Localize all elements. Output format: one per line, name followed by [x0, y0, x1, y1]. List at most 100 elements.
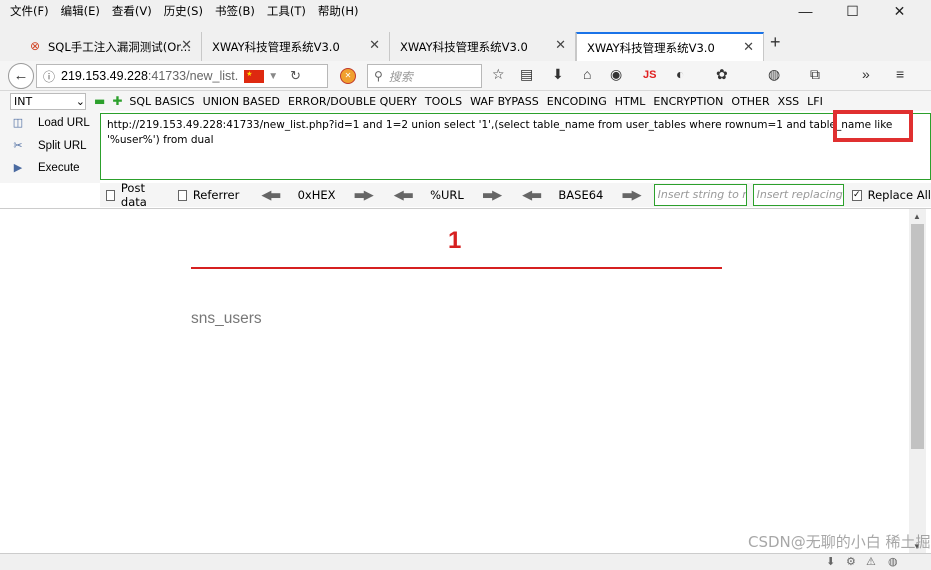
- hackbar-menu-encryption[interactable]: ENCRYPTION: [653, 95, 723, 108]
- tab-sql-test[interactable]: ⊗ SQL手工注入漏洞测试(Or... ✕: [20, 32, 202, 61]
- info-icon[interactable]: ⓘ: [43, 68, 55, 85]
- post-data-label: Post data: [120, 181, 147, 209]
- maximize-button[interactable]: ☐: [829, 3, 876, 20]
- address-bar[interactable]: ⓘ 219.153.49.228:41733/new_list. ▼ ↻: [36, 64, 328, 88]
- hackbar-menu-xss[interactable]: XSS: [778, 95, 800, 108]
- encode-left-arrow-icon[interactable]: ◀▬: [394, 188, 414, 203]
- close-icon[interactable]: ✕: [743, 40, 754, 55]
- minimize-button[interactable]: —: [782, 3, 829, 20]
- tab-title: XWAY科技管理系统V3.0: [587, 40, 715, 55]
- dropdown-arrow-icon[interactable]: ▼: [268, 71, 278, 82]
- search-icon: ⚲: [374, 69, 383, 83]
- hackbar-menu-union-based[interactable]: UNION BASED: [203, 95, 280, 108]
- status-extension-icon[interactable]: ⚙: [846, 555, 856, 568]
- type-select-value: INT: [14, 94, 33, 108]
- bookmark-star-icon[interactable]: ☆: [492, 66, 505, 83]
- load-url-label: Load URL: [38, 117, 90, 129]
- status-download-icon[interactable]: ⬇: [826, 555, 835, 568]
- plus-icon[interactable]: ✚: [112, 94, 122, 108]
- close-icon[interactable]: ✕: [181, 38, 192, 53]
- back-button[interactable]: ←: [8, 63, 34, 89]
- tab-xway-active[interactable]: XWAY科技管理系统V3.0 ✕: [576, 32, 764, 61]
- post-data-checkbox[interactable]: [106, 189, 115, 201]
- menu-bookmarks[interactable]: 书签(B): [215, 3, 255, 19]
- menu-file[interactable]: 文件(F): [10, 3, 49, 19]
- hackbar-menu-sql-basics[interactable]: SQL BASICS: [129, 95, 194, 108]
- menu-view[interactable]: 查看(V): [112, 3, 152, 19]
- referrer-checkbox[interactable]: [177, 189, 187, 201]
- menu-edit[interactable]: 编辑(E): [61, 3, 100, 19]
- decode-right-arrow-icon[interactable]: ▬▶: [354, 188, 374, 203]
- url-encode-label: %URL: [430, 188, 464, 202]
- base64-encoder: ◀▬ BASE64 ▬▶: [522, 188, 642, 203]
- block-icon[interactable]: ✕: [340, 68, 356, 84]
- tab-title: XWAY科技管理系统V3.0: [400, 39, 528, 54]
- load-url-button[interactable]: ◫ Load URL: [10, 116, 90, 130]
- window-icon[interactable]: ⧉: [810, 66, 820, 83]
- js-toggle[interactable]: JS: [643, 69, 656, 81]
- close-icon[interactable]: ✕: [369, 38, 380, 53]
- hackbar-menu-lfi[interactable]: LFI: [807, 95, 823, 108]
- new-tab-button[interactable]: +: [770, 32, 781, 53]
- page-viewport: 1 sns_users ▲ ▼: [0, 208, 931, 570]
- decode-right-arrow-icon[interactable]: ▬▶: [482, 188, 502, 203]
- menu-help[interactable]: 帮助(H): [318, 3, 359, 19]
- replacing-string-input[interactable]: Insert replacing string: [752, 184, 845, 206]
- hackbar-menu-tools[interactable]: TOOLS: [425, 95, 462, 108]
- encode-left-arrow-icon[interactable]: ◀▬: [522, 188, 542, 203]
- overflow-icon[interactable]: »: [862, 66, 870, 82]
- replace-string-input[interactable]: Insert string to replace: [653, 184, 747, 206]
- execute-icon: ▶: [13, 162, 23, 174]
- vertical-scrollbar[interactable]: ▲ ▼: [909, 209, 926, 554]
- tab-title: XWAY科技管理系统V3.0: [212, 39, 340, 54]
- split-url-label: Split URL: [38, 140, 87, 152]
- extension-icon[interactable]: ◉: [610, 66, 622, 83]
- divider: [191, 267, 722, 269]
- load-icon: ◫: [12, 117, 24, 129]
- color-picker-icon[interactable]: ◐: [676, 66, 684, 82]
- minus-icon[interactable]: ▬: [94, 94, 105, 108]
- tab-xway-1[interactable]: XWAY科技管理系统V3.0 ✕: [202, 32, 390, 61]
- back-arrow-icon: ←: [13, 67, 29, 84]
- hackbar-menu-error-double-query[interactable]: ERROR/DOUBLE QUERY: [288, 95, 417, 108]
- hackbar-menu-html[interactable]: HTML: [615, 95, 646, 108]
- close-icon[interactable]: ✕: [555, 38, 566, 53]
- addon-icon[interactable]: ◍: [768, 66, 780, 83]
- tab-strip: ⊗ SQL手工注入漏洞测试(Or... ✕ XWAY科技管理系统V3.0 ✕ X…: [0, 28, 931, 61]
- status-warning-icon[interactable]: ⚠: [866, 555, 876, 568]
- execute-label: Execute: [38, 162, 80, 174]
- replace-all-label: Replace All: [867, 188, 931, 202]
- execute-button[interactable]: ▶ Execute: [10, 161, 80, 175]
- split-url-button[interactable]: ✂ Split URL: [10, 139, 87, 153]
- chevron-down-icon: ⌄: [75, 94, 85, 108]
- replace-all-checkbox[interactable]: ✓: [852, 189, 862, 201]
- search-placeholder: 搜索: [388, 69, 413, 84]
- palette-icon[interactable]: ✿: [716, 66, 728, 83]
- hackbar-menu-waf-bypass[interactable]: WAF BYPASS: [470, 95, 539, 108]
- hackbar-options: Post data Referrer ◀▬ 0xHEX ▬▶ ◀▬ %URL ▬…: [100, 181, 931, 209]
- result-number: 1: [448, 227, 462, 254]
- status-addon-icon[interactable]: ◍: [888, 555, 898, 568]
- close-window-button[interactable]: ✕: [876, 3, 923, 20]
- menu-history[interactable]: 历史(S): [164, 3, 203, 19]
- reload-icon[interactable]: ↻: [290, 68, 301, 84]
- encode-left-arrow-icon[interactable]: ◀▬: [261, 188, 281, 203]
- home-icon[interactable]: ⌂: [583, 66, 591, 82]
- tab-title: SQL手工注入漏洞测试(Or...: [48, 39, 191, 54]
- type-select[interactable]: INT ⌄: [10, 92, 86, 110]
- hackbar-menu-other[interactable]: OTHER: [731, 95, 769, 108]
- menu-tools[interactable]: 工具(T): [267, 3, 306, 19]
- navigation-bar: ← ⓘ 219.153.49.228:41733/new_list. ▼ ↻ ✕…: [0, 61, 931, 91]
- scroll-up-icon[interactable]: ▲: [913, 212, 921, 221]
- status-bar: ⬇ ⚙ ⚠ ◍: [0, 553, 931, 570]
- reader-icon[interactable]: ▤: [520, 66, 533, 83]
- download-icon[interactable]: ⬇: [552, 66, 564, 83]
- decode-right-arrow-icon[interactable]: ▬▶: [621, 188, 641, 203]
- hackbar-url-textarea[interactable]: http://219.153.49.228:41733/new_list.php…: [100, 113, 931, 180]
- tab-xway-2[interactable]: XWAY科技管理系统V3.0 ✕: [390, 32, 576, 61]
- scroll-thumb[interactable]: [911, 224, 924, 449]
- search-box[interactable]: ⚲ 搜索: [367, 64, 482, 88]
- page-icon: ⊗: [30, 39, 41, 53]
- hackbar-menu-encoding[interactable]: ENCODING: [547, 95, 607, 108]
- hamburger-menu-icon[interactable]: ≡: [896, 66, 904, 82]
